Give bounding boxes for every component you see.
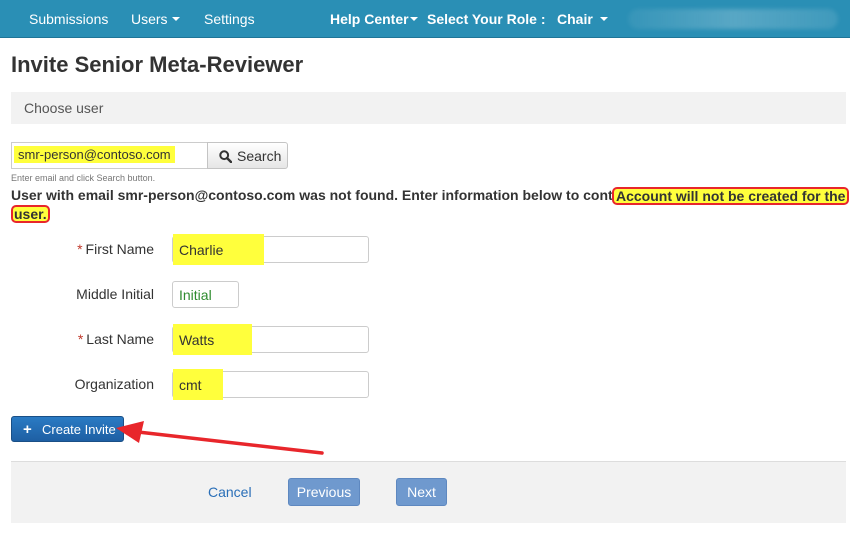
page-title: Invite Senior Meta-Reviewer: [11, 52, 304, 77]
middle-initial-placeholder: Initial: [179, 287, 212, 303]
search-icon: [219, 150, 232, 163]
caret-down-icon: [599, 17, 608, 22]
role-selector[interactable]: Chair: [557, 0, 608, 38]
caret-down-icon: [409, 17, 418, 22]
nav-submissions-label: Submissions: [29, 11, 109, 27]
search-hint: Enter email and click Search button.: [11, 173, 156, 183]
middle-initial-field[interactable]: Initial: [172, 281, 239, 308]
nav-help-center[interactable]: Help Center: [330, 0, 418, 38]
top-navbar: Submissions Users Settings Help Center S…: [0, 0, 850, 38]
required-marker: *: [77, 241, 83, 257]
section-header: Choose user: [11, 92, 846, 124]
organization-field[interactable]: cmt: [172, 369, 369, 400]
last-name-label: * Last Name: [0, 331, 154, 347]
last-name-value: Watts: [179, 332, 215, 348]
middle-initial-label: Middle Initial: [0, 286, 154, 302]
user-menu-redacted[interactable]: [628, 9, 838, 29]
first-name-label-text: First Name: [85, 241, 154, 257]
role-selector-value: Chair: [557, 11, 593, 27]
nav-settings[interactable]: Settings: [204, 0, 255, 38]
account-warning-line1: Account will not be created for the: [612, 187, 850, 205]
middle-initial-label-text: Middle Initial: [76, 286, 154, 302]
organization-label: Organization: [0, 376, 154, 392]
cancel-link[interactable]: Cancel: [208, 484, 252, 500]
create-invite-label: Create Invite: [42, 422, 116, 437]
organization-label-text: Organization: [74, 376, 154, 392]
nav-users[interactable]: Users: [131, 0, 180, 38]
last-name-label-text: Last Name: [86, 331, 154, 347]
organization-value: cmt: [179, 377, 202, 393]
account-warning-line2: user.: [11, 205, 50, 223]
nav-help-center-label: Help Center: [330, 11, 409, 27]
red-arrow-icon: [116, 421, 324, 455]
next-button[interactable]: Next: [396, 478, 447, 506]
not-found-text: User with email smr-person@contoso.com w…: [11, 187, 646, 203]
not-found-message: User with email smr-person@contoso.com w…: [11, 187, 850, 223]
create-invite-button[interactable]: + Create Invite: [11, 416, 124, 442]
first-name-label: * First Name: [0, 241, 154, 257]
previous-button[interactable]: Previous: [288, 478, 360, 506]
plus-icon: +: [23, 421, 32, 438]
section-header-label: Choose user: [24, 100, 104, 116]
first-name-field[interactable]: Charlie: [172, 234, 369, 265]
nav-users-label: Users: [131, 11, 168, 27]
nav-submissions[interactable]: Submissions: [29, 0, 108, 38]
email-search-input[interactable]: smr-person@contoso.com: [11, 142, 208, 169]
last-name-field[interactable]: Watts: [172, 324, 369, 355]
search-button[interactable]: Search: [207, 142, 288, 169]
email-search-value: smr-person@contoso.com: [14, 146, 175, 163]
caret-down-icon: [171, 17, 180, 22]
search-button-label: Search: [237, 148, 282, 164]
first-name-value: Charlie: [179, 242, 224, 258]
nav-settings-label: Settings: [204, 11, 255, 27]
role-label: Select Your Role :: [427, 11, 546, 27]
required-marker: *: [77, 331, 84, 347]
